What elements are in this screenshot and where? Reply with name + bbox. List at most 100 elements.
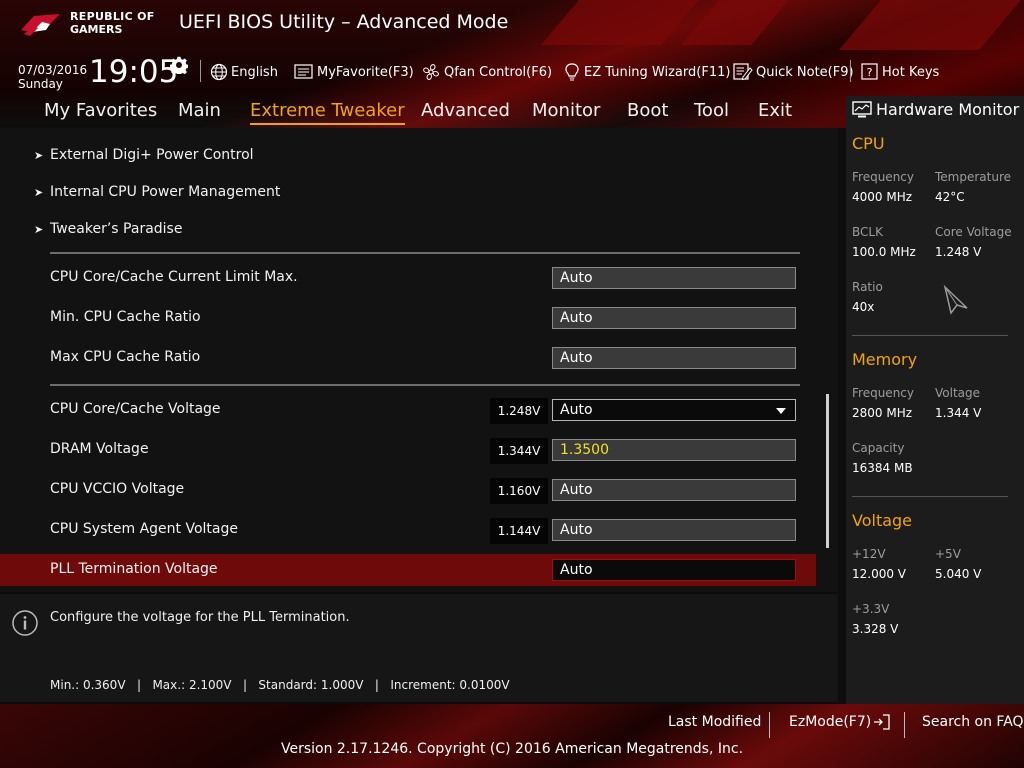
cpu-vccio-field[interactable]: Auto: [552, 479, 796, 501]
rog-eye-icon: [21, 14, 60, 36]
myfavorite-button[interactable]: MyFavorite(F3): [294, 62, 414, 82]
brand-line2: GAMERS: [70, 23, 123, 36]
footer-divider: [769, 712, 770, 738]
cpu-temperature-label: Temperature: [935, 170, 1012, 184]
hw-divider: [852, 496, 1008, 497]
core-voltage-value: 1.248 V: [935, 245, 982, 259]
cpu-heading: CPU: [852, 134, 885, 153]
ez-tuning-button[interactable]: EZ Tuning Wizard(F11): [563, 62, 730, 82]
decor-stripe: [681, 0, 789, 45]
ezmode-button[interactable]: EzMode(F7): [789, 714, 891, 730]
tab-monitor[interactable]: Monitor: [532, 100, 600, 121]
mem-capacity-label: Capacity: [852, 441, 905, 455]
hw-title-label: Hardware Monitor: [876, 100, 1020, 119]
hot-keys-label: Hot Keys: [882, 64, 940, 80]
settings-panel: ➤ External Digi+ Power Control ➤ Internal …: [0, 128, 838, 592]
info-icon: [12, 610, 38, 636]
setting-label: CPU Core/Cache Voltage: [50, 401, 221, 417]
tab-boot[interactable]: Boot: [627, 100, 668, 121]
day-text: Sunday: [18, 77, 63, 91]
submenu-external-digi-power[interactable]: ➤ External Digi+ Power Control: [34, 147, 254, 163]
myfavorite-label: MyFavorite(F3): [317, 64, 414, 80]
submenu-arrow-icon: ➤: [34, 149, 44, 162]
ezmode-label: EzMode(F7): [789, 714, 872, 730]
submenu-arrow-icon: ➤: [34, 186, 44, 199]
ratio-label: Ratio: [852, 280, 883, 294]
select-value: Auto: [560, 402, 593, 418]
tab-main[interactable]: Main: [178, 100, 221, 121]
lightbulb-icon: [565, 63, 579, 81]
help-panel: Configure the voltage for the PLL Termin…: [0, 594, 838, 702]
note-icon: [733, 63, 753, 81]
cpu-core-voltage-select[interactable]: Auto: [552, 399, 796, 421]
scrollbar[interactable]: [826, 394, 829, 548]
rog-logo: REPUBLIC OF GAMERS: [20, 8, 170, 40]
v12-value: 12.000 V: [852, 567, 907, 581]
hardware-monitor-panel: Hardware Monitor CPU Frequency 4000 MHz …: [846, 96, 1024, 704]
date-text: 07/03/2016: [18, 63, 88, 77]
current-voltage-readout: 1.144V: [490, 518, 548, 544]
submenu-label: Internal CPU Power Management: [50, 184, 281, 200]
qfan-button[interactable]: Qfan Control(F6): [421, 62, 552, 82]
v5-label: +5V: [935, 547, 961, 561]
setting-label: Max CPU Cache Ratio: [50, 349, 201, 365]
setting-label: CPU VCCIO Voltage: [50, 481, 185, 497]
mem-voltage-value: 1.344 V: [935, 406, 982, 420]
brand-line1: REPUBLIC OF: [70, 10, 155, 23]
submenu-arrow-icon: ➤: [34, 223, 44, 236]
setting-label: PLL Termination Voltage: [50, 561, 218, 577]
submenu-label: Tweaker’s Paradise: [50, 221, 183, 237]
submenu-internal-cpu-power[interactable]: ➤ Internal CPU Power Management: [34, 184, 280, 200]
max-cache-ratio-field[interactable]: Auto: [552, 347, 796, 369]
copyright-text: Version 2.17.1246. Copyright (C) 2016 Am…: [280, 741, 744, 757]
footer-divider: [904, 712, 905, 738]
current-voltage-readout: 1.248V: [490, 398, 548, 424]
dram-voltage-field[interactable]: 1.3500: [552, 439, 796, 461]
ez-tuning-label: EZ Tuning Wizard(F11): [584, 64, 731, 80]
cpu-system-agent-field[interactable]: Auto: [552, 519, 796, 541]
current-voltage-readout: 1.160V: [490, 478, 548, 504]
mem-voltage-label: Voltage: [935, 386, 981, 400]
voltage-heading: Voltage: [852, 511, 913, 530]
pll-termination-field[interactable]: Auto: [552, 559, 796, 581]
tab-extreme-tweaker[interactable]: Extreme Tweaker: [250, 100, 405, 125]
min-cache-ratio-field[interactable]: Auto: [552, 307, 796, 329]
language-label: English: [231, 64, 278, 80]
mem-capacity-value: 16384 MB: [852, 461, 913, 475]
value-range-info: Min.: 0.360V | Max.: 2.100V | Standard: …: [50, 678, 510, 692]
cpu-temperature-value: 42°C: [935, 190, 965, 204]
tab-advanced[interactable]: Advanced: [421, 100, 510, 121]
setting-label: DRAM Voltage: [50, 441, 149, 457]
mem-frequency-value: 2800 MHz: [852, 406, 913, 420]
v12-label: +12V: [852, 547, 886, 561]
footer-bar: Last Modified EzMode(F7) Search on FAQ V…: [0, 704, 1024, 768]
decor-stripe: [839, 0, 1021, 50]
last-modified-button[interactable]: Last Modified: [668, 714, 761, 730]
cpu-current-limit-field[interactable]: Auto: [552, 267, 796, 289]
search-faq-button[interactable]: Search on FAQ: [922, 714, 1024, 730]
tab-tool[interactable]: Tool: [694, 100, 729, 121]
app-title: UEFI BIOS Utility – Advanced Mode: [179, 11, 509, 33]
gear-icon[interactable]: [170, 56, 188, 74]
submenu-tweakers-paradise[interactable]: ➤ Tweaker’s Paradise: [34, 221, 182, 237]
mem-frequency-label: Frequency: [852, 386, 914, 400]
language-button[interactable]: English: [210, 62, 278, 82]
help-description: Configure the voltage for the PLL Termin…: [50, 610, 350, 625]
v33-value: 3.328 V: [852, 622, 899, 636]
tab-exit[interactable]: Exit: [758, 100, 792, 121]
tab-my-favorites[interactable]: My Favorites: [44, 100, 157, 121]
chevron-down-icon: [776, 408, 786, 414]
hot-keys-button[interactable]: ? Hot Keys: [861, 62, 939, 82]
main-nav: My Favorites Main Extreme Tweaker Advanc…: [0, 96, 840, 128]
quick-note-button[interactable]: Quick Note(F9): [733, 62, 854, 82]
clock-time: 19:05: [89, 54, 179, 90]
decor-stripe: [541, 0, 699, 45]
cpu-frequency-label: Frequency: [852, 170, 914, 184]
globe-icon: [210, 63, 228, 81]
quick-note-label: Quick Note(F9): [756, 64, 854, 80]
section-divider: [50, 252, 800, 254]
setting-label: CPU Core/Cache Current Limit Max.: [50, 269, 298, 285]
submenu-label: External Digi+ Power Control: [50, 147, 254, 163]
svg-text:?: ?: [867, 66, 873, 79]
toolbar-divider: [850, 60, 851, 82]
